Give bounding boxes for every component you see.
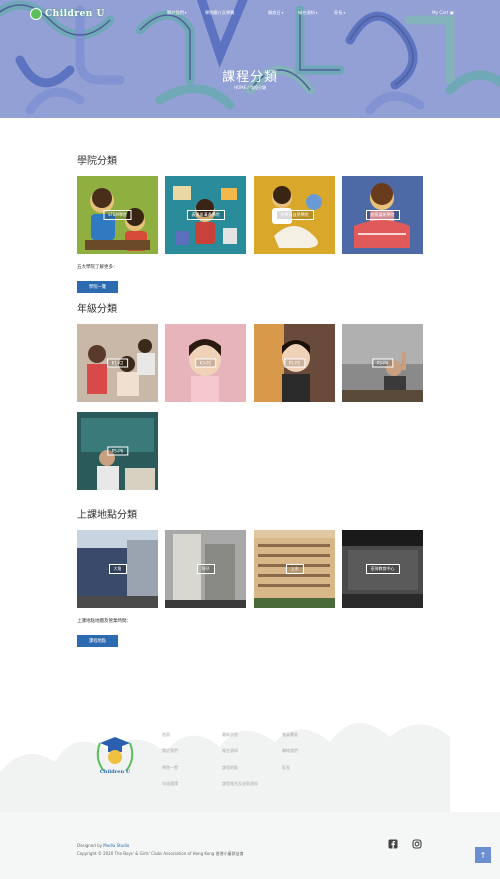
- grade-tile-p1p2[interactable]: P1-P2: [254, 324, 335, 402]
- footer-link-news[interactable]: 最新消息: [222, 732, 238, 738]
- footer-link-grades[interactable]: 年級選擇: [162, 781, 178, 787]
- tile-label: P1-P2: [283, 358, 306, 368]
- tile-label: 荃灣教育中心: [365, 564, 400, 574]
- instagram-icon[interactable]: [412, 839, 422, 849]
- footer-link-members[interactable]: 會員專區: [282, 732, 298, 738]
- grade-tile-p3p4[interactable]: P3-P4: [342, 324, 423, 402]
- tile-label: 灣仔: [196, 564, 215, 574]
- breadcrumb[interactable]: HOME / 課程分類: [0, 85, 500, 91]
- nav-item-cart[interactable]: My Cart ▣: [432, 10, 454, 15]
- tile-label: 大角: [108, 564, 127, 574]
- footer-link-about[interactable]: 關於我們: [162, 748, 178, 754]
- top-nav: Children U 關於我們▾ 學院簡介及學費 開放日▾ 報名須知▾ 家長▾ …: [0, 6, 500, 22]
- nav-item-colleges[interactable]: 學院簡介及學費: [205, 10, 234, 16]
- footer-link-colleges[interactable]: 學院一覽: [162, 765, 178, 771]
- grade-tile-k3p1[interactable]: K3-P1: [165, 324, 246, 402]
- site-logo[interactable]: Children U: [30, 6, 105, 22]
- nav-item-openday[interactable]: 開放日▾: [268, 10, 283, 16]
- location-tile-1[interactable]: 大角: [77, 530, 158, 608]
- tile-label: STEM學院: [103, 210, 132, 220]
- grade-tile-p5p6[interactable]: P5-P6: [77, 412, 158, 490]
- nav-item-about[interactable]: 關於我們▾: [167, 10, 187, 16]
- footer-link-parents[interactable]: 家長: [282, 765, 290, 771]
- college-tile-communication[interactable]: 表達與溝通學院: [165, 176, 246, 254]
- footer-wave: [0, 723, 500, 879]
- logo-mark-icon: [30, 8, 42, 20]
- tile-label: P3-P4: [371, 358, 394, 368]
- nav-item-parents[interactable]: 家長▾: [334, 10, 345, 16]
- tile-label: 科學與自然學院: [275, 210, 314, 220]
- page-title: 課程分類: [221, 70, 278, 85]
- footer-link-contact[interactable]: 聯絡我們: [282, 748, 298, 754]
- footer-logo[interactable]: Children U: [94, 729, 136, 779]
- location-tile-2[interactable]: 灣仔: [165, 530, 246, 608]
- locations-button[interactable]: 課程地點: [77, 635, 118, 647]
- college-tile-science[interactable]: 科學與自然學院: [254, 176, 335, 254]
- colleges-list-button[interactable]: 學院一覽: [77, 281, 118, 293]
- facebook-icon[interactable]: [388, 839, 398, 849]
- designed-by: Designed by Media Studio: [77, 843, 130, 848]
- colleges-note: 五大學院了解更多：: [77, 265, 118, 270]
- cart-icon: ▣: [449, 10, 454, 15]
- tile-label: 表達與溝通學院: [186, 210, 225, 220]
- footer-link-locations[interactable]: 課程地點: [222, 765, 238, 771]
- tile-label: P5-P6: [106, 446, 129, 456]
- tile-label: 上水: [285, 564, 304, 574]
- hero-banner: Children U 關於我們▾ 學院簡介及學費 開放日▾ 報名須知▾ 家長▾ …: [0, 0, 500, 118]
- footer-link-enrol[interactable]: 報名須知: [222, 748, 238, 754]
- college-tile-stem[interactable]: STEM學院: [77, 176, 158, 254]
- nav-item-enrol[interactable]: 報名須知▾: [298, 10, 318, 16]
- logo-text: Children U: [45, 9, 105, 19]
- designer-link[interactable]: Media Studio: [103, 843, 129, 848]
- tile-label: K1-K2: [106, 358, 129, 368]
- copyright: Copyright © 2020 The Boys' & Girls' Club…: [77, 851, 244, 856]
- location-tile-4[interactable]: 荃灣教育中心: [342, 530, 423, 608]
- locations-note: 上課地點地圖及營業時間：: [77, 619, 131, 624]
- back-to-top-button[interactable]: ↑: [475, 847, 491, 863]
- tile-label: 創意藝術學院: [365, 210, 400, 220]
- footer-logo-text: Children U: [99, 769, 131, 775]
- footer-link-home[interactable]: 首頁: [162, 732, 170, 738]
- tile-label: K3-P1: [194, 358, 217, 368]
- footer-link-refund[interactable]: 課程報名及退款須知: [222, 781, 258, 787]
- grade-tile-k1k2[interactable]: K1-K2: [77, 324, 158, 402]
- section-title-locations: 上課地點分類: [77, 510, 137, 521]
- college-tile-arts[interactable]: 創意藝術學院: [342, 176, 423, 254]
- section-title-grades: 年級分類: [77, 304, 117, 315]
- location-tile-3[interactable]: 上水: [254, 530, 335, 608]
- section-title-colleges: 學院分類: [77, 156, 117, 167]
- page: Children U 關於我們▾ 學院簡介及學費 開放日▾ 報名須知▾ 家長▾ …: [0, 0, 500, 879]
